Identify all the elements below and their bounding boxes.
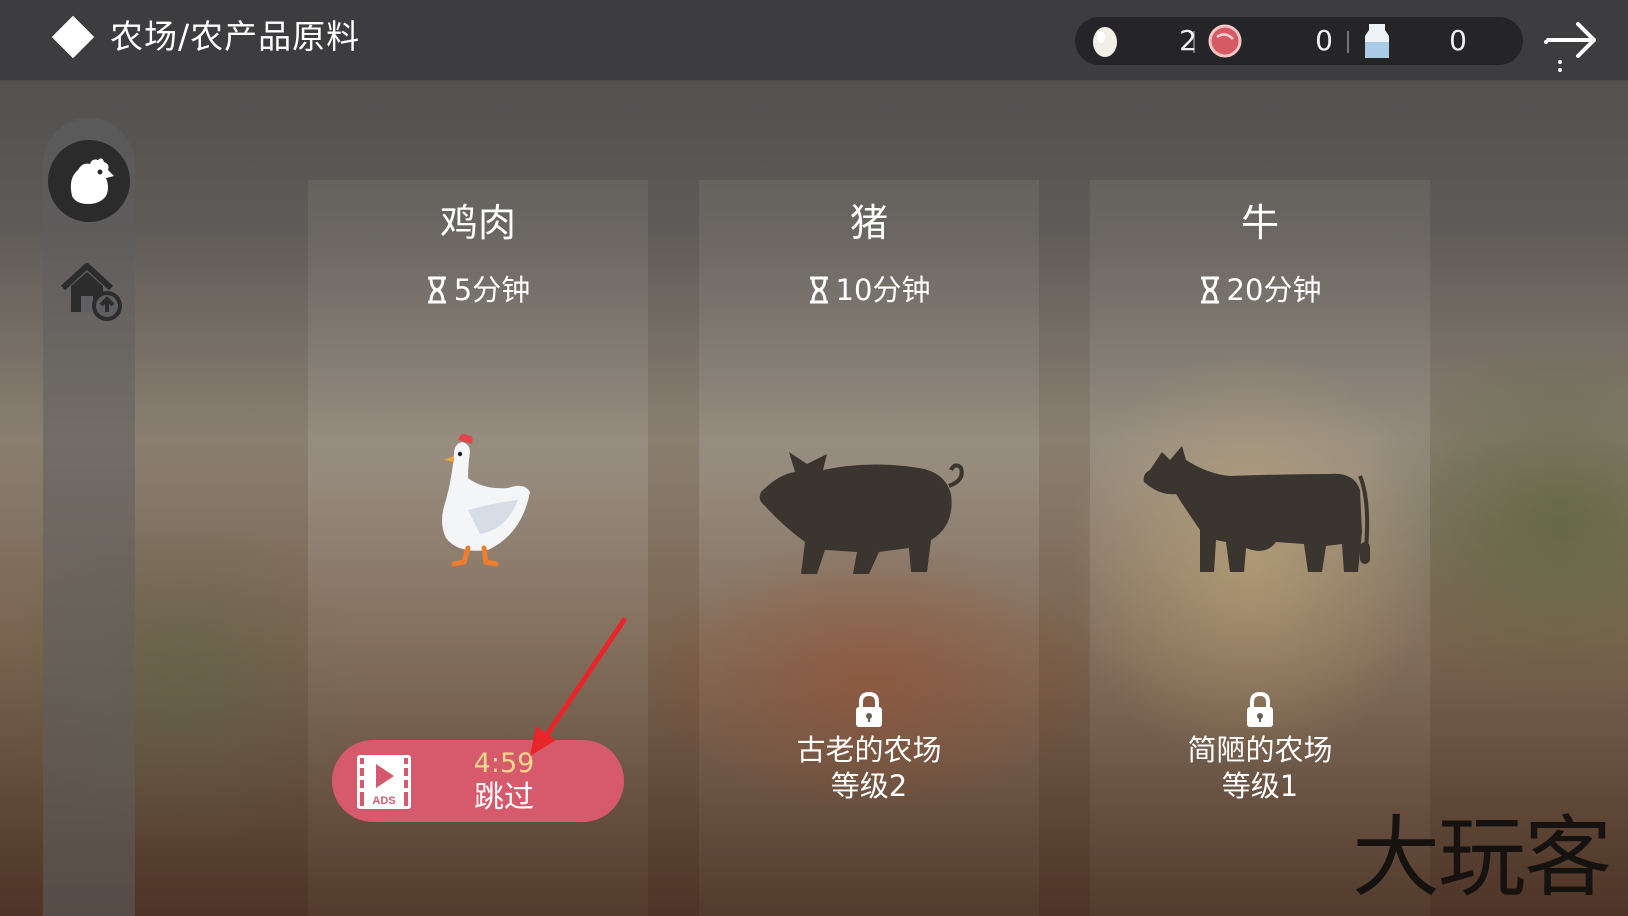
resource-milk: 0 bbox=[1361, 17, 1511, 65]
menu-diamond-icon[interactable] bbox=[51, 15, 95, 59]
timer-text: 5分钟 bbox=[453, 273, 531, 307]
egg-count: 2 bbox=[1179, 24, 1197, 57]
divider bbox=[1347, 31, 1349, 53]
divider bbox=[1193, 31, 1195, 53]
lock-area: 古老的农场 等级2 bbox=[699, 691, 1039, 804]
production-timer: 20分钟 bbox=[1090, 270, 1430, 310]
required-level: 等级2 bbox=[830, 769, 908, 803]
hourglass-icon bbox=[809, 276, 828, 304]
sidebar-item-chicken[interactable] bbox=[48, 140, 130, 222]
page-title: 农场/农产品原料 bbox=[110, 17, 361, 56]
sidebar bbox=[43, 118, 135, 916]
skip-label: 跳过 bbox=[474, 780, 534, 815]
ad-icon-label: ADS bbox=[372, 795, 395, 807]
animal-name: 鸡肉 bbox=[439, 201, 516, 245]
meat-icon bbox=[1208, 24, 1242, 58]
pig-silhouette bbox=[759, 452, 964, 574]
timer-text: 10分钟 bbox=[835, 273, 931, 307]
hourglass-icon bbox=[1200, 276, 1219, 304]
animal-card-pig[interactable]: 猪 10分钟 古老的农场 等级2 bbox=[699, 180, 1039, 916]
unlock-requirement: 简陋的农场 bbox=[1187, 733, 1333, 767]
animal-name: 牛 bbox=[1240, 201, 1279, 245]
sidebar-item-farm-upgrade[interactable] bbox=[57, 258, 123, 324]
arrow-right-icon bbox=[1544, 22, 1596, 72]
milk-icon bbox=[1365, 24, 1389, 58]
ad-video-icon: ADS bbox=[357, 755, 411, 809]
milk-count: 0 bbox=[1449, 24, 1467, 57]
resource-meat: 0 bbox=[1207, 17, 1347, 65]
egg-icon bbox=[1093, 27, 1117, 57]
unlock-requirement: 古老的农场 bbox=[796, 733, 942, 767]
cow-silhouette bbox=[1143, 446, 1370, 572]
lock-area: 简陋的农场 等级1 bbox=[1090, 691, 1430, 804]
production-timer: 5分钟 bbox=[308, 270, 648, 310]
home-upgrade-icon bbox=[60, 263, 122, 321]
annotation-arrow bbox=[530, 617, 627, 756]
hourglass-icon bbox=[427, 276, 446, 304]
lock-icon bbox=[1247, 691, 1273, 727]
meat-count: 0 bbox=[1315, 24, 1333, 57]
lock-icon bbox=[856, 691, 882, 727]
animal-name: 猪 bbox=[849, 201, 888, 245]
production-timer: 10分钟 bbox=[699, 270, 1039, 310]
resource-bar: 2 0 0 bbox=[1075, 17, 1523, 65]
watermark: 大玩客 bbox=[1352, 806, 1612, 909]
next-arrow-button[interactable] bbox=[1538, 14, 1608, 74]
chicken-icon bbox=[70, 158, 114, 204]
chicken-illustration bbox=[442, 433, 530, 567]
timer-text: 20分钟 bbox=[1226, 273, 1322, 307]
required-level: 等级1 bbox=[1221, 769, 1299, 803]
top-bar: 农场/农产品原料 2 0 0 bbox=[0, 0, 1628, 81]
